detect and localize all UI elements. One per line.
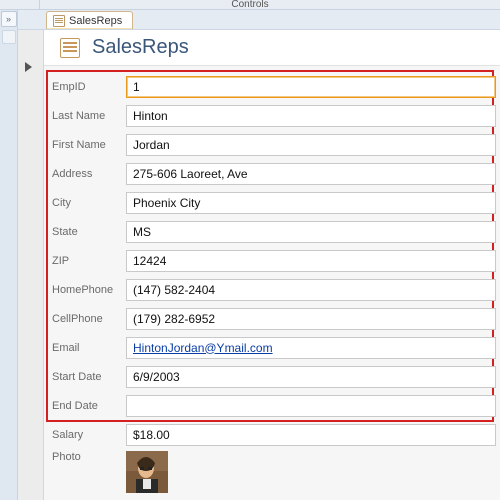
document-area: SalesReps SalesReps EmpID 1 Last Name Hi… — [18, 10, 500, 500]
row-address: Address 275-606 Laoreet, Ave — [50, 159, 496, 188]
input-enddate[interactable] — [126, 395, 496, 417]
row-firstname: First Name Jordan — [50, 130, 496, 159]
row-empid: EmpID 1 — [50, 72, 496, 101]
row-city: City Phoenix City — [50, 188, 496, 217]
label-enddate: End Date — [50, 400, 126, 412]
label-firstname: First Name — [50, 139, 126, 151]
current-record-icon — [25, 62, 32, 72]
input-startdate[interactable]: 6/9/2003 — [126, 366, 496, 388]
label-cellphone: CellPhone — [50, 313, 126, 325]
label-salary: Salary — [50, 429, 126, 441]
input-salary[interactable]: $18.00 — [126, 424, 496, 446]
input-state[interactable]: MS — [126, 221, 496, 243]
row-photo: Photo — [50, 449, 496, 495]
row-email: Email HintonJordan@Ymail.com — [50, 333, 496, 362]
label-email: Email — [50, 342, 126, 354]
document-tabstrip: SalesReps — [18, 10, 500, 30]
input-cellphone[interactable]: (179) 282-6952 — [126, 308, 496, 330]
input-homephone[interactable]: (147) 582-2404 — [126, 279, 496, 301]
row-startdate: Start Date 6/9/2003 — [50, 362, 496, 391]
input-firstname[interactable]: Jordan — [126, 134, 496, 156]
row-cellphone: CellPhone (179) 282-6952 — [50, 304, 496, 333]
ribbon-left-block — [0, 0, 40, 10]
form-body: SalesReps EmpID 1 Last Name Hinton First… — [44, 30, 500, 500]
record-selector-gutter[interactable] — [18, 30, 44, 500]
form-icon — [60, 38, 80, 58]
label-photo: Photo — [50, 451, 126, 463]
label-homephone: HomePhone — [50, 284, 126, 296]
input-lastname[interactable]: Hinton — [126, 105, 496, 127]
avatar-icon — [126, 451, 168, 493]
ribbon-bar: Controls — [0, 0, 500, 10]
form-title: SalesReps — [92, 36, 189, 59]
input-empid[interactable]: 1 — [126, 76, 496, 98]
tab-salesreps[interactable]: SalesReps — [46, 11, 133, 29]
input-email[interactable]: HintonJordan@Ymail.com — [126, 337, 496, 359]
label-state: State — [50, 226, 126, 238]
row-enddate: End Date — [50, 391, 496, 420]
label-lastname: Last Name — [50, 110, 126, 122]
ribbon-group-title: Controls — [231, 0, 268, 10]
row-zip: ZIP 12424 — [50, 246, 496, 275]
tab-label: SalesReps — [69, 15, 122, 27]
row-lastname: Last Name Hinton — [50, 101, 496, 130]
input-city[interactable]: Phoenix City — [126, 192, 496, 214]
email-link[interactable]: HintonJordan@Ymail.com — [133, 341, 273, 355]
row-salary: Salary $18.00 — [50, 420, 496, 449]
field-grid: EmpID 1 Last Name Hinton First Name Jord… — [50, 72, 496, 495]
label-city: City — [50, 197, 126, 209]
row-state: State MS — [50, 217, 496, 246]
nav-expand-button[interactable]: » — [1, 11, 17, 27]
input-zip[interactable]: 12424 — [126, 250, 496, 272]
form-icon — [53, 15, 65, 27]
row-homephone: HomePhone (147) 582-2404 — [50, 275, 496, 304]
input-address[interactable]: 275-606 Laoreet, Ave — [126, 163, 496, 185]
label-address: Address — [50, 168, 126, 180]
label-zip: ZIP — [50, 255, 126, 267]
label-empid: EmpID — [50, 81, 126, 93]
form-header: SalesReps — [44, 30, 500, 66]
nav-pane-collapsed[interactable]: » — [0, 10, 18, 500]
photo-thumbnail[interactable] — [126, 451, 168, 493]
label-startdate: Start Date — [50, 371, 126, 383]
nav-search-button[interactable] — [2, 30, 16, 44]
